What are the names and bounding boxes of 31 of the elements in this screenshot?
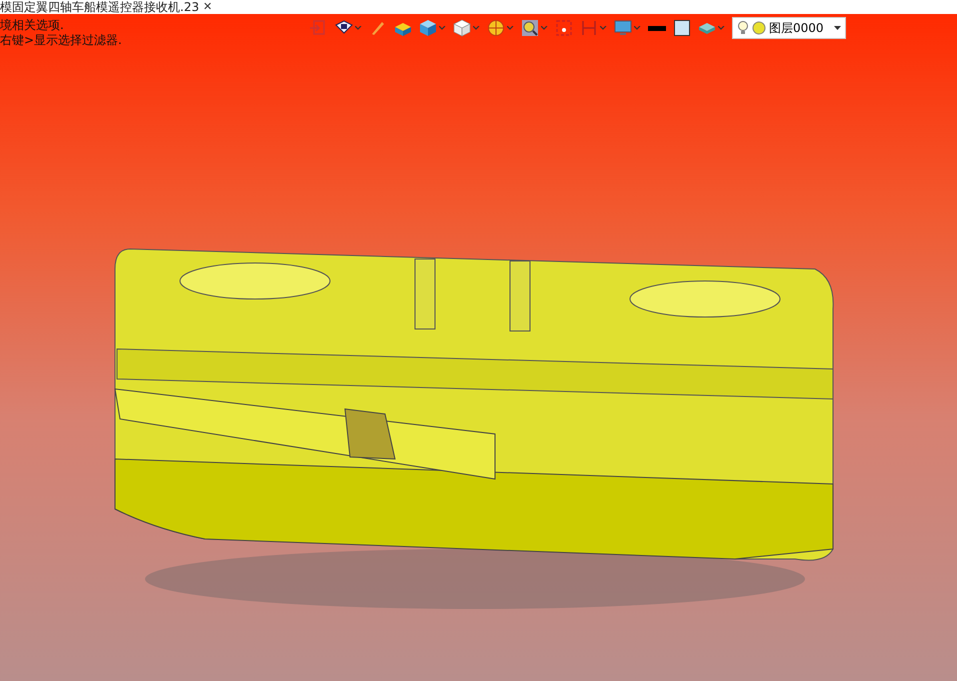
- hint-text: 境相关选项.: [0, 18, 65, 33]
- layer-name: 图层0000: [769, 20, 825, 36]
- caret-icon: [834, 26, 841, 30]
- exit-icon: [310, 19, 328, 37]
- circle-icon: [752, 21, 766, 35]
- tab-title: 模固定翼四轴车船模遥控器接收机.23: [0, 0, 200, 14]
- caret-icon: [718, 26, 725, 30]
- caret-icon: [600, 26, 607, 30]
- caret-icon: [473, 26, 480, 30]
- magnifier-icon: [521, 19, 539, 37]
- frame-icon: [555, 19, 573, 37]
- sphere-icon: [487, 19, 505, 37]
- toolbar-button[interactable]: [555, 19, 573, 37]
- bulb-icon: [737, 20, 749, 36]
- cube-icon: [419, 19, 437, 37]
- toolbar-button[interactable]: [673, 19, 691, 37]
- toolbar-button[interactable]: [453, 19, 480, 37]
- caret-icon: [507, 26, 514, 30]
- layer-dropdown[interactable]: 图层0000: [732, 17, 846, 39]
- caret-icon: [439, 26, 446, 30]
- caret-icon: [355, 26, 362, 30]
- caret-icon: [541, 26, 548, 30]
- pencil-icon: [369, 19, 387, 37]
- close-button[interactable]: ✕: [203, 1, 212, 13]
- square-icon: [673, 19, 691, 37]
- hint-text: 右键>显示选择过滤器.: [0, 33, 122, 48]
- toolbar-button[interactable]: [648, 26, 666, 30]
- cube-icon: [453, 19, 471, 37]
- toolbar-button[interactable]: [521, 19, 548, 37]
- caret-icon: [634, 26, 641, 30]
- monitor-icon: [614, 19, 632, 37]
